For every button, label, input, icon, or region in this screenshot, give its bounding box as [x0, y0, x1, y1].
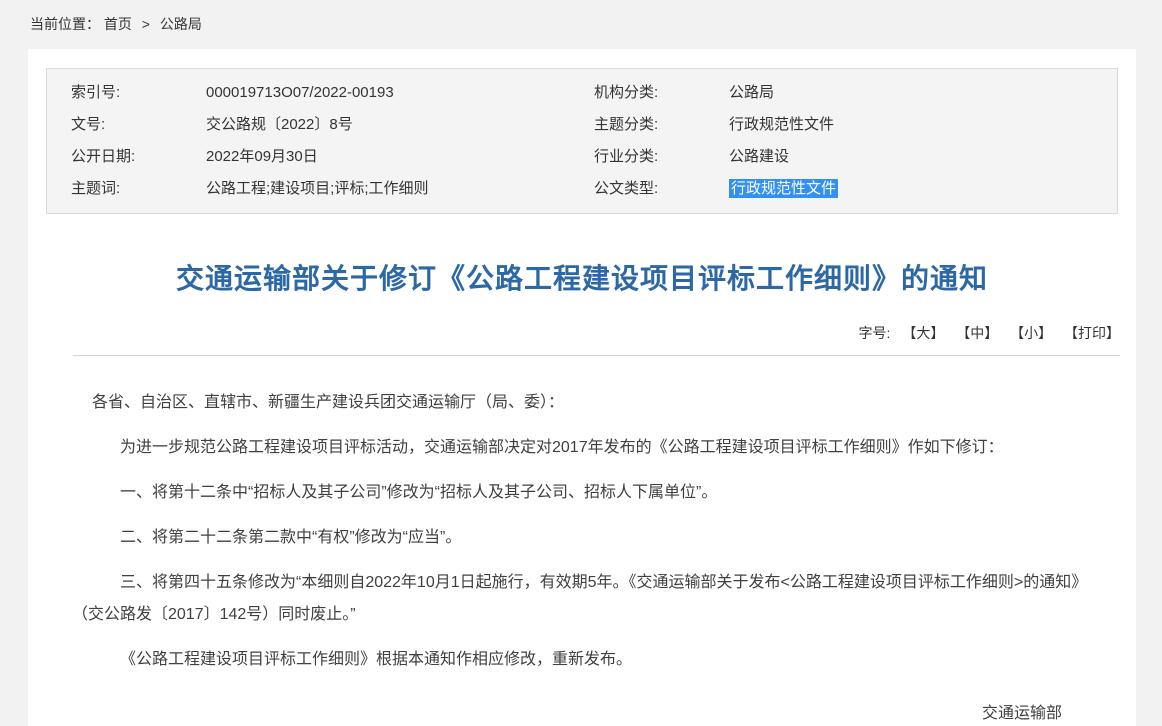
- meta-label-keywords: 主题词:: [71, 173, 206, 205]
- print-button[interactable]: 【打印】: [1064, 325, 1120, 341]
- paragraph-salutation: 各省、自治区、直辖市、新疆生产建设兵团交通运输厅（局、委）：: [72, 387, 1092, 419]
- article-body: 各省、自治区、直辖市、新疆生产建设兵团交通运输厅（局、委）： 为进一步规范公路工…: [28, 356, 1136, 726]
- meta-row-publish-date: 公开日期: 2022年09月30日 行业分类: 公路建设: [71, 141, 1117, 173]
- meta-row-doc-number: 文号: 交公路规〔2022〕8号 主题分类: 行政规范性文件: [71, 109, 1117, 141]
- document-meta-table: 索引号: 000019713O07/2022-00193 机构分类: 公路局 文…: [46, 68, 1118, 214]
- meta-label-index-number: 索引号:: [71, 77, 206, 109]
- meta-label-industry-category: 行业分类:: [594, 141, 729, 173]
- paragraph-item-1: 一、将第十二条中“招标人及其子公司”修改为“招标人及其子公司、招标人下属单位”。: [72, 477, 1092, 509]
- breadcrumb-separator-icon: >: [142, 16, 150, 32]
- meta-value-doc-number: 交公路规〔2022〕8号: [206, 109, 594, 141]
- meta-value-doc-type-highlighted: 行政规范性文件: [729, 173, 1117, 205]
- paragraph-intro: 为进一步规范公路工程建设项目评标活动，交通运输部决定对2017年发布的《公路工程…: [72, 432, 1092, 464]
- signature-issuer: 交通运输部: [72, 698, 1062, 726]
- page-title: 交通运输部关于修订《公路工程建设项目评标工作细则》的通知: [28, 257, 1136, 297]
- content-card: 索引号: 000019713O07/2022-00193 机构分类: 公路局 文…: [28, 49, 1136, 726]
- meta-row-keywords: 主题词: 公路工程;建设项目;评标;工作细则 公文类型: 行政规范性文件: [71, 173, 1117, 205]
- breadcrumb-label: 当前位置：: [30, 16, 100, 32]
- meta-value-industry-category: 公路建设: [729, 141, 1117, 173]
- signature-block: 交通运输部 2022年9月30日: [72, 698, 1092, 726]
- fontsize-small-button[interactable]: 【小】: [1010, 325, 1052, 341]
- fontsize-toolbar: 字号: 【大】 【中】 【小】 【打印】: [73, 323, 1120, 356]
- meta-value-org-category: 公路局: [729, 77, 1117, 109]
- breadcrumb: 当前位置： 首页 > 公路局: [0, 0, 1162, 49]
- meta-label-doc-number: 文号:: [71, 109, 206, 141]
- meta-value-keywords: 公路工程;建设项目;评标;工作细则: [206, 173, 594, 205]
- meta-value-index-number: 000019713O07/2022-00193: [206, 77, 594, 109]
- meta-value-topic-category: 行政规范性文件: [729, 109, 1117, 141]
- breadcrumb-home-link[interactable]: 首页: [104, 16, 132, 32]
- meta-label-doc-type: 公文类型:: [594, 173, 729, 205]
- paragraph-closing: 《公路工程建设项目评标工作细则》根据本通知作相应修改，重新发布。: [72, 644, 1092, 676]
- meta-label-publish-date: 公开日期:: [71, 141, 206, 173]
- fontsize-label: 字号:: [859, 325, 891, 341]
- meta-value-publish-date: 2022年09月30日: [206, 141, 594, 173]
- fontsize-large-button[interactable]: 【大】: [902, 325, 944, 341]
- meta-label-topic-category: 主题分类:: [594, 109, 729, 141]
- paragraph-item-3: 三、将第四十五条修改为“本细则自2022年10月1日起施行，有效期5年。《交通运…: [72, 567, 1092, 631]
- meta-row-index: 索引号: 000019713O07/2022-00193 机构分类: 公路局: [71, 77, 1117, 109]
- meta-label-org-category: 机构分类:: [594, 77, 729, 109]
- fontsize-medium-button[interactable]: 【中】: [956, 325, 998, 341]
- paragraph-item-2: 二、将第二十二条第二款中“有权”修改为“应当”。: [72, 522, 1092, 554]
- breadcrumb-current-link[interactable]: 公路局: [160, 16, 202, 32]
